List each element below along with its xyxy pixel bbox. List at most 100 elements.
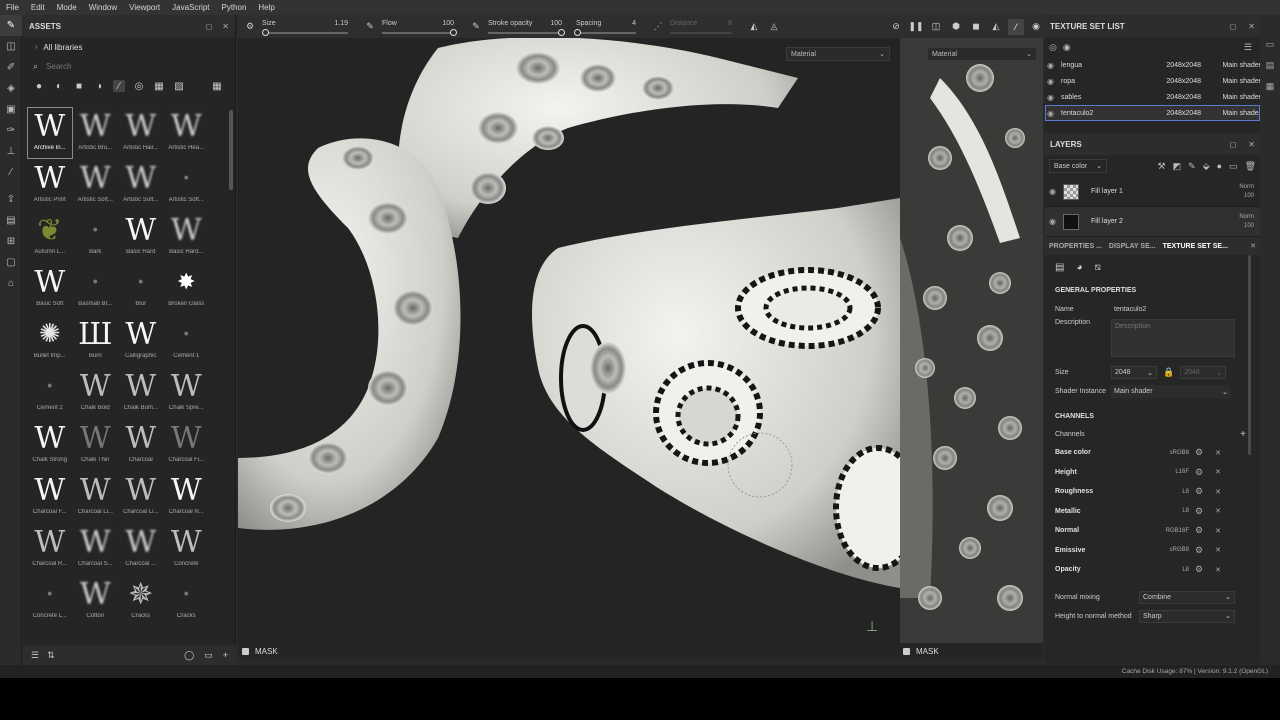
asset-item[interactable]: ✵ Cracks <box>118 575 164 627</box>
color-picker-icon[interactable]: ⁄ <box>0 162 22 183</box>
tab-display-settings[interactable]: DISPLAY SE... <box>1109 243 1156 250</box>
layer-row[interactable]: ◉ Fill layer 1 Norm 100 <box>1045 177 1260 207</box>
asset-item[interactable]: · Basmati Br... <box>73 263 119 315</box>
menu-icon[interactable]: ☰ <box>1244 42 1252 53</box>
remove-channel-icon[interactable]: ✕ <box>1209 449 1227 457</box>
folder-icon[interactable]: ▭ <box>204 650 213 661</box>
asset-item[interactable]: · Concrete L... <box>27 575 73 627</box>
environment-filter-icon[interactable]: ▨ <box>173 80 185 92</box>
menu-python[interactable]: Python <box>216 0 253 15</box>
menu-edit[interactable]: Edit <box>25 0 51 15</box>
history-icon[interactable]: ▭ <box>1266 39 1275 50</box>
asset-item[interactable]: W Charcoal R... <box>27 523 73 575</box>
channel-row[interactable]: Base color sRGB8 ⚙ ✕ <box>1045 443 1260 463</box>
asset-item[interactable]: W Calligraphic <box>118 315 164 367</box>
geometry-icon[interactable]: ◈ <box>0 78 22 99</box>
shader-select[interactable]: Main shader <box>1201 78 1261 85</box>
uv-mode-select[interactable]: Material ⌄ <box>927 47 1037 61</box>
menu-file[interactable]: File <box>0 0 25 15</box>
asset-item[interactable]: W Chalk Bold <box>73 367 119 419</box>
asset-item[interactable]: W Artistic Soft... <box>73 159 119 211</box>
size-slider[interactable]: Size 1.19 <box>262 15 348 38</box>
channel-format-select[interactable]: RGB16F <box>1135 528 1189 534</box>
settings-gear-icon[interactable]: ⚙ <box>1189 506 1209 517</box>
texture-set-row[interactable]: ◉ ropa 2048x2048 Main shader <box>1045 73 1261 89</box>
channel-select[interactable]: Base color ⌄ <box>1049 159 1107 173</box>
asset-item[interactable]: W Artistic Hair... <box>118 107 164 159</box>
remove-channel-icon[interactable]: ✕ <box>1209 468 1227 476</box>
layer-opacity[interactable]: 100 <box>1244 223 1254 229</box>
brush-icon[interactable]: ✎ <box>0 15 22 36</box>
settings-gear-icon[interactable]: ⚙ <box>1189 467 1209 478</box>
layer-opacity[interactable]: 100 <box>1244 193 1254 199</box>
menu-mode[interactable]: Mode <box>51 0 83 15</box>
asset-item[interactable]: W Charcoal Li... <box>118 471 164 523</box>
color-profile-icon[interactable]: ⚙ <box>1189 545 1209 556</box>
spacing-knob[interactable] <box>574 28 582 36</box>
eye-icon[interactable]: ◉ <box>1049 187 1063 196</box>
add-smart-material-icon[interactable]: ● <box>1217 161 1222 172</box>
size-knob[interactable] <box>262 28 270 36</box>
symmetry-mirror-icon[interactable]: ◬ <box>766 19 782 35</box>
asset-item[interactable]: W Chalk Spre... <box>164 367 210 419</box>
2d-uv-viewport[interactable]: Material ⌄ <box>900 38 1043 658</box>
layer-row[interactable]: ◉ Fill layer 2 Norm 100 <box>1045 207 1260 237</box>
delete-layer-icon[interactable]: 🗑 <box>1245 161 1256 172</box>
channel-row[interactable]: Metallic L8 ⚙ ✕ <box>1045 502 1260 522</box>
float-icon[interactable]: ◻ <box>1230 140 1237 149</box>
menu-javascript[interactable]: JavaScript <box>166 0 215 15</box>
projection-icon[interactable]: ✐ <box>0 57 22 78</box>
split-view-icon[interactable]: ◫ <box>928 19 944 35</box>
paint-mode-icon[interactable]: ⁄ <box>1008 18 1024 35</box>
assets-scrollbar[interactable] <box>229 110 233 190</box>
asset-item[interactable]: ✸ Broken Glass <box>164 263 210 315</box>
material-filter-icon[interactable]: ● <box>33 80 45 92</box>
bake-mesh-icon[interactable]: ◕ <box>1076 262 1082 273</box>
close-icon[interactable]: ✕ <box>1248 22 1255 31</box>
mask-bar[interactable]: MASK <box>238 643 900 659</box>
flow-slider[interactable]: Flow 100 <box>382 15 457 38</box>
channel-row[interactable]: Height L16F ⚙ ✕ <box>1045 463 1260 483</box>
color-profile-icon[interactable]: ⚙ <box>1189 447 1209 458</box>
screenshot-icon[interactable]: ◉ <box>1028 19 1044 35</box>
eye-icon[interactable]: ◉ <box>1049 217 1063 226</box>
asset-item[interactable]: · Artistic Soft... <box>164 159 210 211</box>
add-fill-layer-icon[interactable]: ⬙ <box>1203 161 1210 172</box>
channel-format-select[interactable]: sRGB8 <box>1135 547 1189 553</box>
float-icon[interactable]: ◻ <box>1230 22 1237 31</box>
asset-item[interactable]: W Charcoal Fi... <box>164 419 210 471</box>
blend-mode-select[interactable]: Norm <box>1239 184 1254 190</box>
add-folder-icon[interactable]: ▭ <box>1229 161 1238 172</box>
layers-icon[interactable]: ▤ <box>0 210 22 231</box>
menu-help[interactable]: Help <box>252 0 280 15</box>
asset-item[interactable]: W Charcoal S... <box>73 523 119 575</box>
float-icon[interactable]: ◻ <box>206 22 213 31</box>
asset-item[interactable]: W Charcoal F... <box>27 471 73 523</box>
shader-select[interactable]: Main shader <box>1201 110 1261 117</box>
add-effect-icon[interactable]: ⚒ <box>1158 161 1166 172</box>
uv-mask-bar[interactable]: MASK <box>900 643 1043 659</box>
asset-item[interactable]: W Artistic Print <box>27 159 73 211</box>
blend-mode-select[interactable]: Norm <box>1239 214 1254 220</box>
remove-channel-icon[interactable]: ✕ <box>1209 566 1227 574</box>
remove-channel-icon[interactable]: ✕ <box>1209 546 1227 554</box>
lock-icon[interactable]: 🔒 <box>1163 367 1174 378</box>
shader-select[interactable]: Main shader <box>1201 62 1261 69</box>
render-icon[interactable]: ⌂ <box>0 273 22 294</box>
channel-row[interactable]: Normal RGB16F ⚙ ✕ <box>1045 521 1260 541</box>
asset-item[interactable]: W Concrete <box>164 523 210 575</box>
settings-gear-icon[interactable]: ⚙ <box>1189 525 1209 536</box>
menu-viewport[interactable]: Viewport <box>123 0 166 15</box>
mask-filter-icon[interactable]: ■ <box>73 80 85 92</box>
texture-filter-icon[interactable]: ▦ <box>153 80 165 92</box>
remove-channel-icon[interactable]: ✕ <box>1209 507 1227 515</box>
eye-icon[interactable]: ◉ <box>1047 93 1061 102</box>
texture-icon[interactable]: ▢ <box>0 252 22 273</box>
opacity-icon[interactable]: ✎ <box>468 19 484 35</box>
flow-knob[interactable] <box>450 28 457 36</box>
close-icon[interactable]: ✕ <box>1248 140 1255 149</box>
tab-properties[interactable]: PROPERTIES ... <box>1049 243 1102 250</box>
bake-icon[interactable]: ⊞ <box>0 231 22 252</box>
spacing-slider[interactable]: Spacing 4 <box>574 15 636 38</box>
import-icon[interactable]: ◯ <box>184 650 194 661</box>
